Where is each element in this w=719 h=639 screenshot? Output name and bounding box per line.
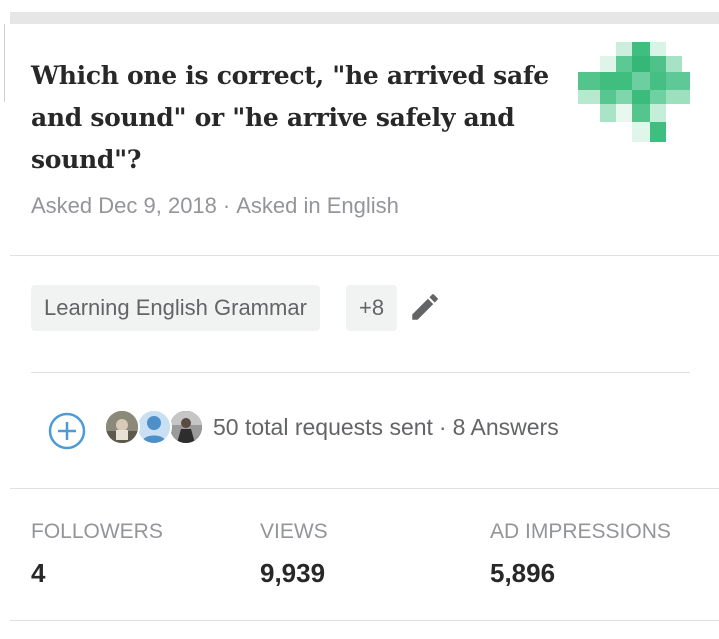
stat-followers[interactable]: FOLLOWERS 4 bbox=[31, 519, 163, 589]
requests-separator: · bbox=[438, 414, 447, 440]
stat-value: 5,896 bbox=[490, 558, 556, 588]
left-edge bbox=[0, 24, 5, 102]
stat-value: 4 bbox=[31, 558, 46, 588]
requests-summary: 50 total requests sent · 8 Answers bbox=[213, 414, 559, 441]
stat-label: AD IMPRESSIONS bbox=[490, 520, 671, 543]
stat-value: 9,939 bbox=[260, 558, 326, 588]
stat-ad-impressions[interactable]: AD IMPRESSIONS 5,896 bbox=[490, 519, 671, 589]
section-divider bbox=[10, 488, 719, 489]
asked-date: Asked Dec 9, 2018 bbox=[31, 193, 217, 218]
requester-avatar[interactable] bbox=[104, 409, 140, 445]
requester-avatar[interactable] bbox=[168, 409, 204, 445]
inner-divider bbox=[31, 372, 690, 373]
default-user-icon bbox=[138, 411, 170, 443]
pencil-icon[interactable] bbox=[408, 290, 442, 324]
stat-label: VIEWS bbox=[260, 520, 328, 543]
topic-pill-learning-english-grammar[interactable]: Learning English Grammar bbox=[31, 285, 320, 331]
stat-label: FOLLOWERS bbox=[31, 520, 163, 543]
meta-separator: · bbox=[222, 193, 231, 218]
section-divider bbox=[10, 255, 719, 256]
author-avatar-pixelated[interactable] bbox=[578, 42, 690, 142]
total-requests-link[interactable]: 50 total requests sent bbox=[213, 414, 433, 440]
topics-more-pill[interactable]: +8 bbox=[346, 285, 398, 331]
top-bar bbox=[10, 12, 719, 24]
question-meta: Asked Dec 9, 2018 · Asked in English bbox=[31, 193, 399, 219]
photo-avatar-icon bbox=[170, 411, 202, 443]
requester-avatar[interactable] bbox=[136, 409, 172, 445]
section-divider bbox=[10, 620, 719, 621]
photo-avatar-icon bbox=[106, 411, 138, 443]
question-title[interactable]: Which one is correct, "he arrived safe a… bbox=[31, 55, 551, 181]
plus-circle-icon[interactable] bbox=[47, 411, 87, 451]
answers-count-link[interactable]: 8 Answers bbox=[453, 414, 559, 440]
stat-views[interactable]: VIEWS 9,939 bbox=[260, 519, 328, 589]
asked-in-link[interactable]: Asked in English bbox=[236, 193, 399, 218]
